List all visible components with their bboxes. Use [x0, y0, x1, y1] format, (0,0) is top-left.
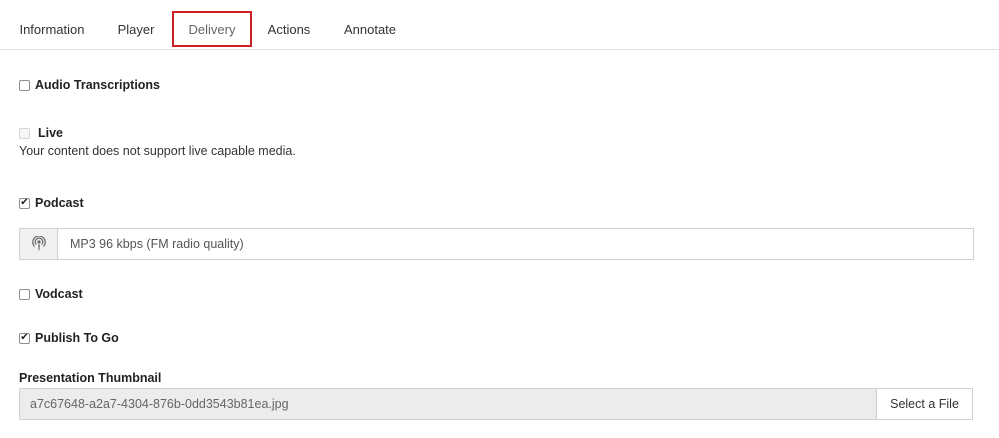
podcast-option: ✔ Podcast — [19, 196, 84, 210]
tab-annotate[interactable]: Annotate — [334, 11, 406, 47]
presentation-thumbnail-label: Presentation Thumbnail — [19, 371, 162, 385]
podcast-checkbox[interactable]: ✔ — [19, 197, 30, 209]
vodcast-checkbox[interactable] — [19, 288, 30, 300]
podcast-quality-value: MP3 96 kbps (FM radio quality) — [70, 237, 244, 251]
podcast-quality-select[interactable]: MP3 96 kbps (FM radio quality) — [19, 228, 974, 260]
thumbnail-file-picker: a7c67648-a2a7-4304-876b-0dd3543b81ea.jpg… — [19, 388, 973, 420]
podcast-label: Podcast — [35, 196, 84, 210]
tab-bar: Information Player Delivery Actions Anno… — [0, 0, 999, 50]
thumbnail-file-name: a7c67648-a2a7-4304-876b-0dd3543b81ea.jpg — [19, 388, 877, 420]
publish-to-go-checkbox[interactable]: ✔ — [19, 332, 30, 344]
audio-transcriptions-checkbox[interactable] — [19, 79, 30, 91]
vodcast-label: Vodcast — [35, 287, 83, 301]
tab-actions[interactable]: Actions — [258, 11, 320, 47]
tab-information[interactable]: Information — [8, 11, 96, 47]
vodcast-option: Vodcast — [19, 287, 83, 301]
select-file-button[interactable]: Select a File — [877, 388, 973, 420]
publish-to-go-label: Publish To Go — [35, 331, 119, 345]
audio-transcriptions-option: Audio Transcriptions — [19, 78, 160, 92]
live-label: Live — [38, 126, 64, 140]
podcast-icon — [20, 229, 58, 259]
publish-to-go-option: ✔ Publish To Go — [19, 331, 119, 345]
audio-transcriptions-label: Audio Transcriptions — [35, 78, 161, 92]
live-checkbox — [19, 127, 30, 139]
live-option: Live — [19, 126, 63, 140]
tab-delivery[interactable]: Delivery — [172, 11, 252, 47]
tab-player[interactable]: Player — [108, 11, 164, 47]
live-unsupported-note: Your content does not support live capab… — [19, 144, 296, 158]
